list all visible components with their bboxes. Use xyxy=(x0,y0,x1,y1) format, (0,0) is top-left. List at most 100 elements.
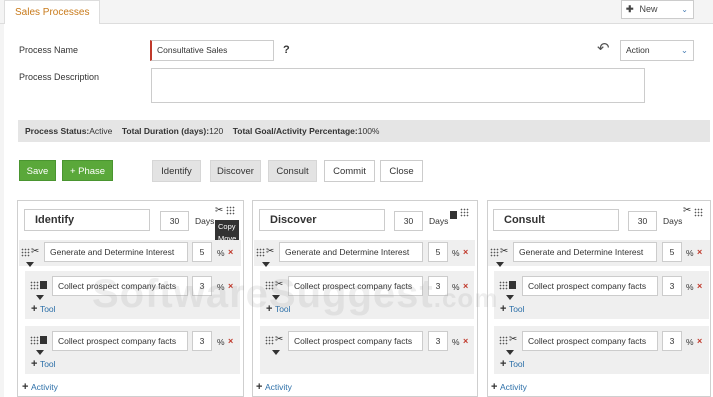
add-tool-label: Tool xyxy=(39,304,56,314)
close-button[interactable]: Close xyxy=(380,160,423,182)
percent-sign: % xyxy=(686,248,694,258)
scissors-icon[interactable]: ✂ xyxy=(509,335,517,345)
plus-icon: ✚ xyxy=(626,4,634,14)
activity-name-input[interactable]: Generate and Determine Interest xyxy=(279,242,423,262)
tab-sales-processes[interactable]: Sales Processes xyxy=(4,0,101,25)
goal-value: 100% xyxy=(357,126,380,136)
phase-days-input[interactable]: 30 xyxy=(394,211,423,231)
dropdown-triangle-icon[interactable] xyxy=(496,262,504,267)
percent-sign: % xyxy=(686,337,694,347)
phase-tab-discover[interactable]: Discover xyxy=(210,160,261,182)
task-percent-input[interactable]: 3 xyxy=(662,331,682,351)
plus-icon: + xyxy=(31,303,38,315)
plus-icon: + xyxy=(500,303,507,315)
remove-icon[interactable]: × xyxy=(697,247,702,257)
add-activity-label: Activity xyxy=(264,382,292,392)
activity-percent-input[interactable]: 5 xyxy=(428,242,448,262)
remove-icon[interactable]: × xyxy=(228,247,233,257)
remove-icon[interactable]: × xyxy=(463,336,468,346)
process-name-input[interactable]: Consultative Sales xyxy=(150,40,274,61)
phase-name-input[interactable]: Discover xyxy=(259,209,385,231)
percent-sign: % xyxy=(686,282,694,292)
scissors-icon[interactable]: ✂ xyxy=(31,247,39,257)
remove-icon[interactable]: × xyxy=(697,336,702,346)
grid-handle-icon[interactable] xyxy=(499,336,508,345)
commit-button[interactable]: Commit xyxy=(324,160,375,182)
grid-handle-icon[interactable] xyxy=(256,248,265,257)
task-name-input[interactable]: Collect prospect company facts xyxy=(52,331,188,351)
task-percent-input[interactable]: 3 xyxy=(662,276,682,296)
new-button[interactable]: ✚ New ⌄ xyxy=(621,0,694,19)
percent-sign: % xyxy=(217,248,225,258)
grid-handle-icon[interactable] xyxy=(265,336,274,345)
undo-arrow-icon[interactable]: ↶ xyxy=(597,41,610,56)
process-description-label: Process Description xyxy=(19,72,100,82)
phase-tab-consult[interactable]: Consult xyxy=(268,160,317,182)
dropdown-triangle-icon[interactable] xyxy=(36,350,44,355)
remove-icon[interactable]: × xyxy=(463,247,468,257)
dropdown-triangle-icon[interactable] xyxy=(506,350,514,355)
plus-icon: + xyxy=(22,381,29,393)
grid-handle-icon[interactable] xyxy=(226,206,235,215)
phase-tab-identify[interactable]: Identify xyxy=(152,160,201,182)
copy-icon[interactable] xyxy=(509,281,516,289)
grid-handle-icon[interactable] xyxy=(499,281,508,290)
phase-name-input[interactable]: Consult xyxy=(493,209,619,231)
dropdown-triangle-icon[interactable] xyxy=(272,350,280,355)
grid-handle-icon[interactable] xyxy=(30,281,39,290)
task-name-input[interactable]: Collect prospect company facts xyxy=(522,276,658,296)
percent-sign: % xyxy=(452,337,460,347)
dropdown-triangle-icon[interactable] xyxy=(36,295,44,300)
phase-days-input[interactable]: 30 xyxy=(628,211,657,231)
dropdown-triangle-icon[interactable] xyxy=(26,262,34,267)
percent-sign: % xyxy=(452,248,460,258)
action-select[interactable]: Action ⌄ xyxy=(620,40,694,61)
copy-icon[interactable] xyxy=(40,336,47,344)
scissors-icon[interactable]: ✂ xyxy=(275,335,283,345)
copy-icon[interactable] xyxy=(450,211,457,219)
add-activity-link[interactable]: + Activity xyxy=(22,381,58,393)
add-tool-link[interactable]: + Tool xyxy=(500,358,525,370)
dropdown-triangle-icon[interactable] xyxy=(506,295,514,300)
process-description-input[interactable] xyxy=(151,68,645,103)
goal-label: Total Goal/Activity Percentage: xyxy=(232,126,358,136)
activity-name-input[interactable]: Generate and Determine Interest xyxy=(44,242,188,262)
task-name-input[interactable]: Collect prospect company facts xyxy=(522,331,658,351)
scissors-icon[interactable]: ✂ xyxy=(500,247,508,257)
add-tool-link[interactable]: + Tool xyxy=(31,303,56,315)
activity-percent-input[interactable]: 5 xyxy=(192,242,212,262)
phase-days-input[interactable]: 30 xyxy=(160,211,189,231)
context-menu-copy[interactable]: Copy xyxy=(218,221,236,233)
grid-handle-icon[interactable] xyxy=(694,208,703,217)
grid-handle-icon[interactable] xyxy=(21,248,30,257)
grid-handle-icon[interactable] xyxy=(30,336,39,345)
save-button[interactable]: Save xyxy=(19,160,56,181)
scissors-icon[interactable]: ✂ xyxy=(215,206,223,216)
copy-icon[interactable] xyxy=(40,281,47,289)
help-icon[interactable]: ? xyxy=(283,44,290,56)
phase-name-input[interactable]: Identify xyxy=(24,209,150,231)
dropdown-triangle-icon[interactable] xyxy=(262,262,270,267)
add-activity-link[interactable]: + Activity xyxy=(491,381,527,393)
remove-icon[interactable]: × xyxy=(697,281,702,291)
add-activity-link[interactable]: + Activity xyxy=(256,381,292,393)
task-name-input[interactable]: Collect prospect company facts xyxy=(288,331,423,351)
plus-icon: + xyxy=(256,381,263,393)
new-button-label: New xyxy=(639,4,658,14)
percent-sign: % xyxy=(217,337,225,347)
grid-handle-icon[interactable] xyxy=(490,248,499,257)
remove-icon[interactable]: × xyxy=(228,336,233,346)
grid-handle-icon[interactable] xyxy=(460,208,469,217)
status-label: Process Status: xyxy=(25,126,90,136)
add-tool-link[interactable]: + Tool xyxy=(500,303,525,315)
activity-percent-input[interactable]: 5 xyxy=(662,242,682,262)
add-phase-button[interactable]: + Phase xyxy=(62,160,113,181)
task-percent-input[interactable]: 3 xyxy=(192,331,212,351)
activity-name-input[interactable]: Generate and Determine Interest xyxy=(513,242,657,262)
add-tool-link[interactable]: + Tool xyxy=(31,358,56,370)
chevron-down-icon: ⌄ xyxy=(680,45,688,55)
task-percent-input[interactable]: 3 xyxy=(428,331,448,351)
days-label: Days xyxy=(195,216,215,226)
scissors-icon[interactable]: ✂ xyxy=(266,247,274,257)
scissors-icon[interactable]: ✂ xyxy=(683,206,691,216)
